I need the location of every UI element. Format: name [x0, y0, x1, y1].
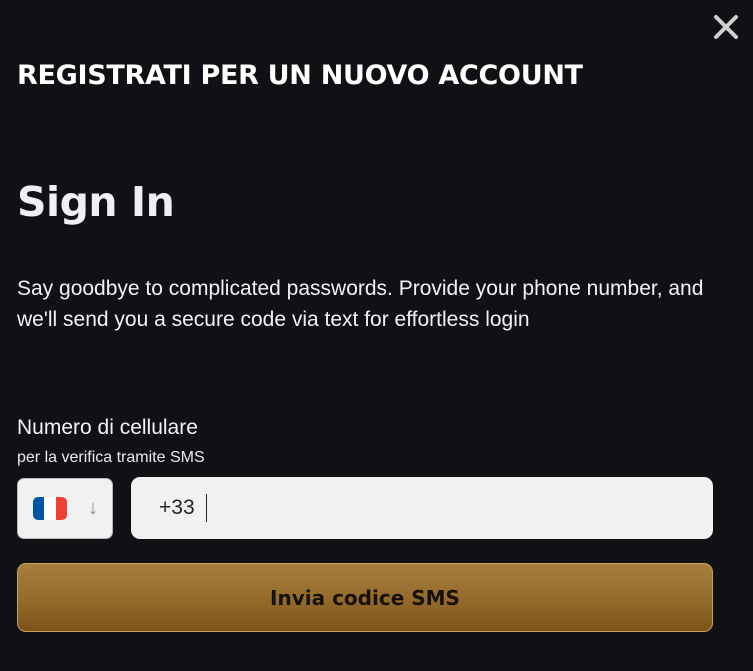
signin-heading: Sign In — [17, 178, 175, 226]
modal-title: REGISTRATI PER UN NUOVO ACCOUNT — [17, 60, 583, 91]
send-sms-button[interactable]: Invia codice SMS — [17, 563, 713, 632]
phone-label: Numero di cellulare — [17, 416, 198, 439]
country-code-select[interactable]: ↓ — [17, 478, 113, 539]
arrow-down-icon: ↓ — [88, 497, 98, 519]
close-icon — [714, 15, 738, 39]
phone-number-input[interactable]: +33 — [131, 477, 713, 539]
signin-description: Say goodbye to complicated passwords. Pr… — [17, 277, 704, 331]
text-caret — [205, 494, 207, 522]
phone-sublabel: per la verifica tramite SMS — [17, 449, 205, 466]
close-button[interactable] — [709, 10, 743, 44]
france-flag-icon — [33, 497, 67, 520]
phone-input-value: +33 — [159, 496, 195, 519]
registration-modal: REGISTRATI PER UN NUOVO ACCOUNT Sign In … — [0, 0, 753, 671]
